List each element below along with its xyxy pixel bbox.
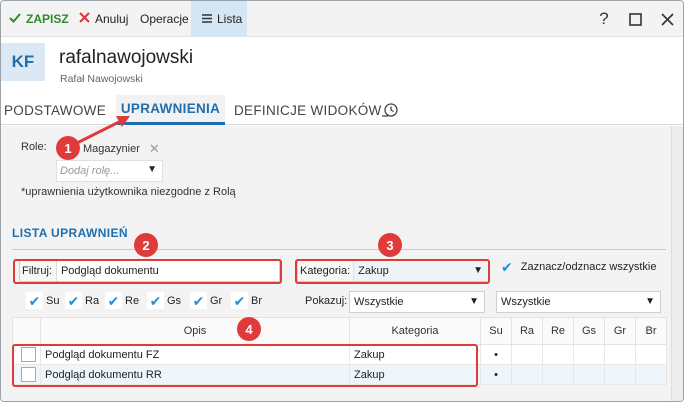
annotation-badge-3: 3 <box>378 233 402 257</box>
annotation-badge-1: 1 <box>56 136 80 160</box>
annotation-badge-2: 2 <box>134 233 158 257</box>
annotation-badge-4: 4 <box>237 317 261 341</box>
window: ZAPISZ Anuluj Operacje Lista ? KF rafaln… <box>0 0 684 402</box>
annotation-arrow <box>66 116 130 150</box>
